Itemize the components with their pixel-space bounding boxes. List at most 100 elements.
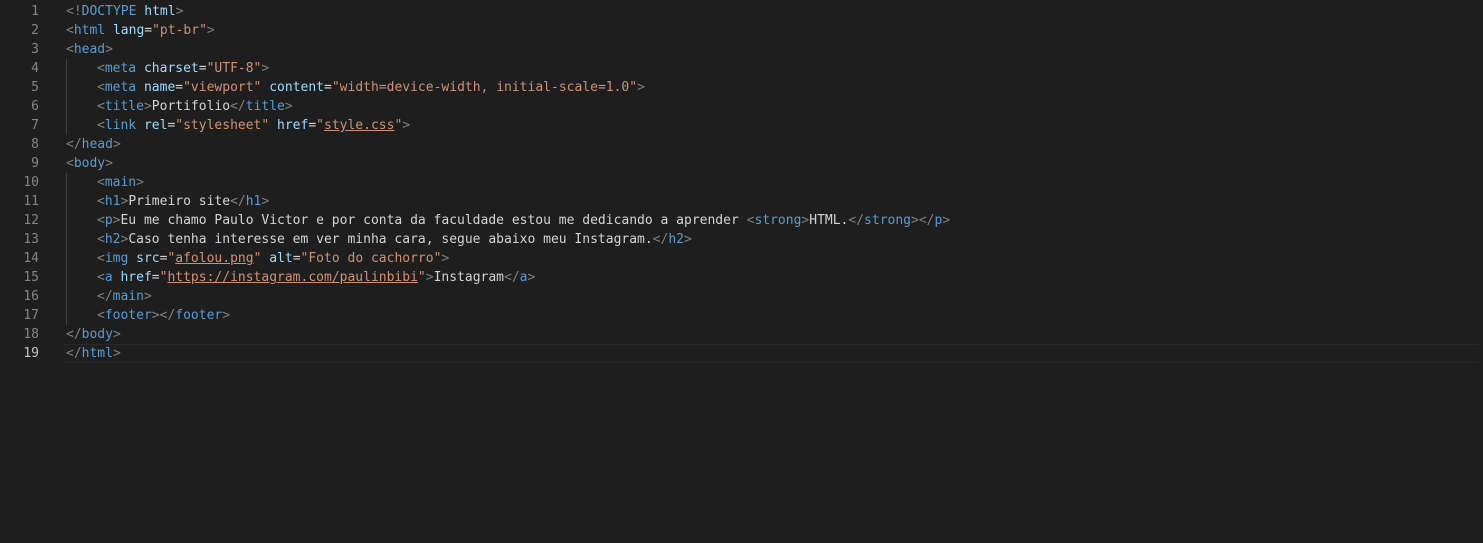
txt-token: = [324,80,332,95]
br-token: > [105,42,113,57]
br-token: < [97,308,105,323]
line-code: <main> [97,173,144,192]
link-token[interactable]: style.css [324,118,394,133]
code-line[interactable]: 9 <body> [0,154,1483,173]
code-line[interactable]: 7 <link rel="stylesheet" href="style.css"… [0,116,1483,135]
tag-token: link [104,118,137,133]
txt-token: HTML. [809,213,849,228]
code-line[interactable]: 1 <!DOCTYPE html> [0,2,1483,21]
br-token: < [97,99,105,114]
br-token: > [637,80,645,95]
line-number: 2 [31,23,39,38]
br-token: </ [230,99,246,114]
line-code: <body> [66,154,113,173]
link-token[interactable]: https://instagram.com/paulinbibi [167,270,417,285]
line-code: <meta charset="UTF-8"> [97,59,269,78]
line-number: 13 [23,232,39,247]
tag-token: meta [104,80,137,95]
code-line[interactable]: 10 <main> [0,173,1483,192]
br-token: > [206,23,215,38]
indent-guide [66,268,67,287]
txt-token [136,118,144,133]
tag-token: head [73,42,106,57]
line-code: <h2>Caso tenha interesse em ver minha ca… [97,230,692,249]
tag-token: head [81,137,113,152]
code-line[interactable]: 2 <html lang="pt-br"> [0,21,1483,40]
indent-guide [66,116,67,135]
br-token: < [97,232,105,247]
str-token: "width=device-width, initial-scale=1.0" [331,80,638,95]
str-token: "stylesheet" [175,118,270,133]
tag-token: DOCTYPE [81,4,137,19]
code-line[interactable]: 8 </head> [0,135,1483,154]
txt-token [269,118,277,133]
tag-token: img [104,251,129,266]
br-token: > [222,308,231,323]
line-number: 14 [23,251,39,266]
br-token: > [105,156,113,171]
tag-token: main [112,289,144,304]
code-line[interactable]: 6 <title>Portifolio</title> [0,97,1483,116]
br-token: < [97,194,105,209]
code-line[interactable]: 14 <img src="afolou.png" alt="Foto do cac… [0,249,1483,268]
txt-token: = [292,251,301,266]
code-line[interactable]: 16 </main> [0,287,1483,306]
br-token: < [66,156,74,171]
line-number: 16 [23,289,39,304]
line-code: <a href="https://instagram.com/paulinbib… [97,268,535,287]
attr-token: content [269,80,325,95]
line-code: <img src="afolou.png" alt="Foto do cacho… [97,249,449,268]
br-token: > [175,4,184,19]
code-line[interactable]: 5 <meta name="viewport" content="width=de… [0,78,1483,97]
code-line[interactable]: 15 <a href="https://instagram.com/paulinb… [0,268,1483,287]
code-line[interactable]: 13 <h2>Caso tenha interesse em ver minha … [0,230,1483,249]
attr-token: charset [143,61,199,76]
br-token: > [112,137,121,152]
tag-token: h1 [245,194,262,209]
br-token: </ [66,137,82,152]
tag-token: h2 [104,232,121,247]
line-code: <link rel="stylesheet" href="style.css"> [97,116,410,135]
br-token: < [97,61,105,76]
code-editor[interactable]: 1 <!DOCTYPE html> 2 <html lang="pt-br"> 3 <he… [0,0,1483,543]
br-token: < [97,175,105,190]
br-token: > [527,270,536,285]
code-line[interactable]: 19 </html> [0,344,1483,363]
code-line[interactable]: 18 </body> [0,325,1483,344]
code-line[interactable]: 17 <footer></footer> [0,306,1483,325]
tag-token: title [104,99,144,114]
br-token: < [66,23,74,38]
tag-token: html [81,346,113,361]
line-number: 19 [23,346,39,361]
code-line[interactable]: 12 <p > Eu me chamo Paulo Victor e por cont… [0,211,1483,230]
line-number: 3 [31,42,39,57]
editor-lines: 1 <!DOCTYPE html> 2 <html lang="pt-br"> 3 <he… [0,2,1483,363]
br-token: < [97,80,105,95]
txt-token: = [198,61,207,76]
txt-token [128,251,136,266]
line-code: </body> [66,325,121,344]
attr-token: rel [143,118,168,133]
tag-token: h1 [104,194,121,209]
indent-guide [66,192,67,211]
indent-guide [66,287,67,306]
code-line[interactable]: 11 <h1>Primeiro site</h1> [0,192,1483,211]
txt-token: Primeiro site [128,194,231,209]
br-token: </ [66,327,82,342]
br-token: </ [652,232,669,247]
line-code: <h1>Primeiro site</h1> [97,192,269,211]
link-token[interactable]: afolou.png [175,251,253,266]
code-line[interactable]: 3 <head> [0,40,1483,59]
txt-token: Eu me chamo Paulo Victor e por conta da … [120,213,747,228]
line-number: 6 [31,99,39,114]
line-code: <title>Portifolio</title> [97,97,293,116]
tag-token: main [104,175,137,190]
br-token: </ [230,194,246,209]
line-number: 17 [23,308,39,323]
line-code: <html lang="pt-br"> [66,21,215,40]
code-line[interactable]: 4 <meta charset="UTF-8"> [0,59,1483,78]
str-token: "pt-br" [152,23,207,38]
br-token: > [284,99,293,114]
txt-token: = [308,118,317,133]
indent-guide [66,306,67,325]
